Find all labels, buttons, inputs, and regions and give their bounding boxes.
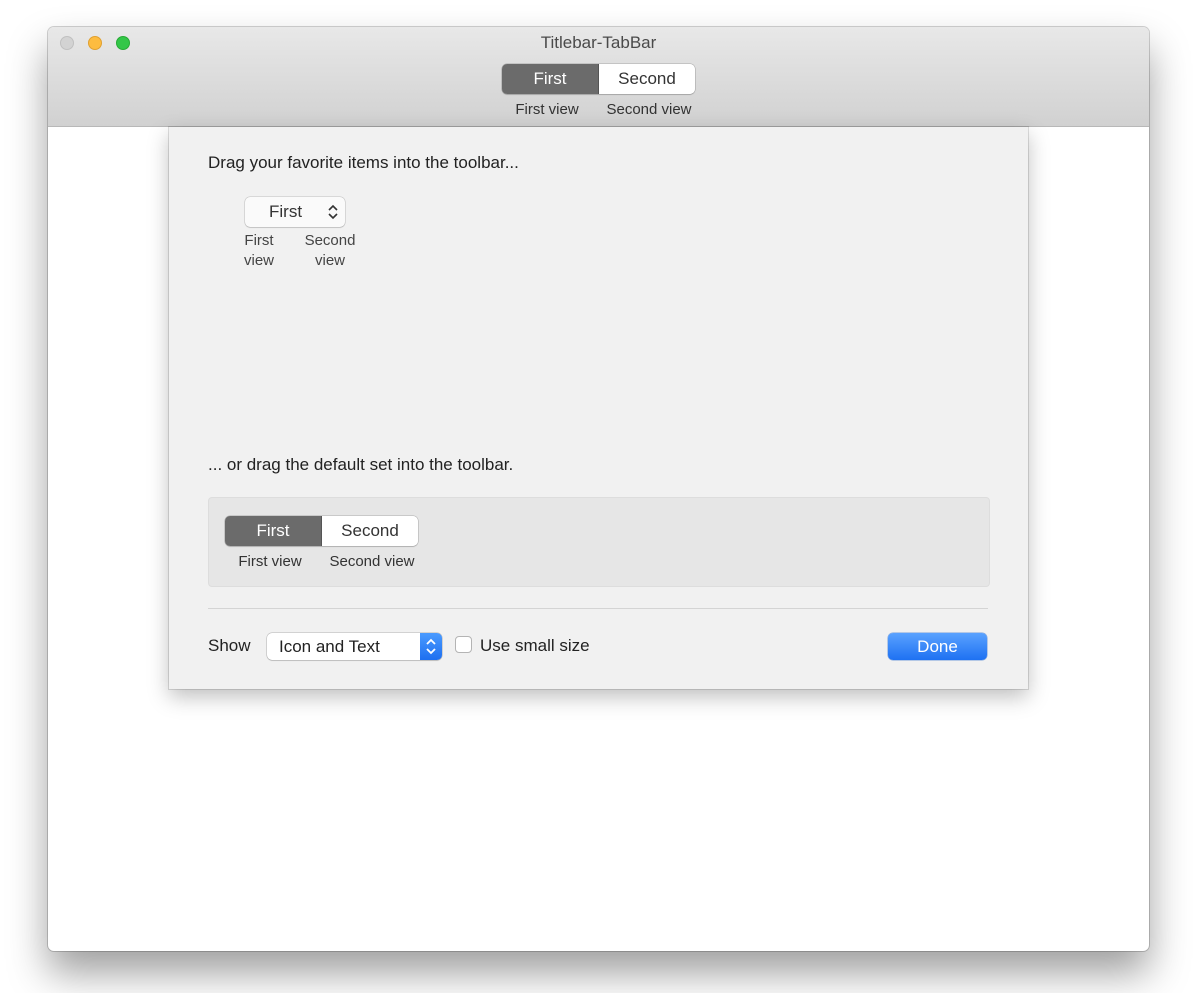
default-item-label-second: Second view (329, 553, 415, 570)
favorites-prompt: Drag your favorite items into the toolba… (208, 153, 519, 172)
divider (208, 608, 988, 609)
done-button[interactable]: Done (888, 633, 987, 660)
default-item-labels: First view Second view (230, 553, 428, 570)
toolbar-item-label-first: First view (515, 101, 579, 118)
small-size-checkbox[interactable] (455, 636, 472, 653)
default-segment-first: First (225, 516, 322, 546)
show-select-value: Icon and Text (279, 637, 380, 656)
favorite-label-second: Second view (304, 232, 356, 269)
up-down-chevron-icon (426, 638, 436, 655)
default-segmented-control: First Second (225, 516, 418, 546)
segment-first[interactable]: First (502, 64, 599, 94)
app-window: Titlebar-TabBar First Second First view … (48, 27, 1149, 951)
show-select-arrows (420, 633, 442, 660)
default-item-label-first: First view (238, 553, 302, 570)
window-title: Titlebar-TabBar (540, 33, 657, 52)
customize-toolbar-sheet: Drag your favorite items into the toolba… (169, 127, 1028, 689)
show-label: Show (208, 636, 251, 655)
up-down-chevron-icon (328, 204, 338, 220)
toolbar-segmented-control: First Second (502, 64, 695, 94)
default-set-box[interactable]: First Second First view Second view (208, 497, 990, 587)
titlebar: Titlebar-TabBar First Second First view … (48, 27, 1149, 127)
toolbar-item-labels: First view Second view (507, 101, 705, 118)
favorite-item-popup[interactable]: First (245, 197, 345, 227)
toolbar-item-label-second: Second view (606, 101, 692, 118)
popup-value: First (269, 202, 303, 221)
show-select[interactable]: Icon and Text (267, 633, 442, 660)
default-set-prompt: ... or drag the default set into the too… (208, 455, 514, 474)
default-segment-second: Second (322, 516, 418, 546)
small-size-label[interactable]: Use small size (480, 636, 590, 656)
segment-second[interactable]: Second (599, 64, 695, 94)
favorite-label-first: First view (243, 232, 274, 269)
